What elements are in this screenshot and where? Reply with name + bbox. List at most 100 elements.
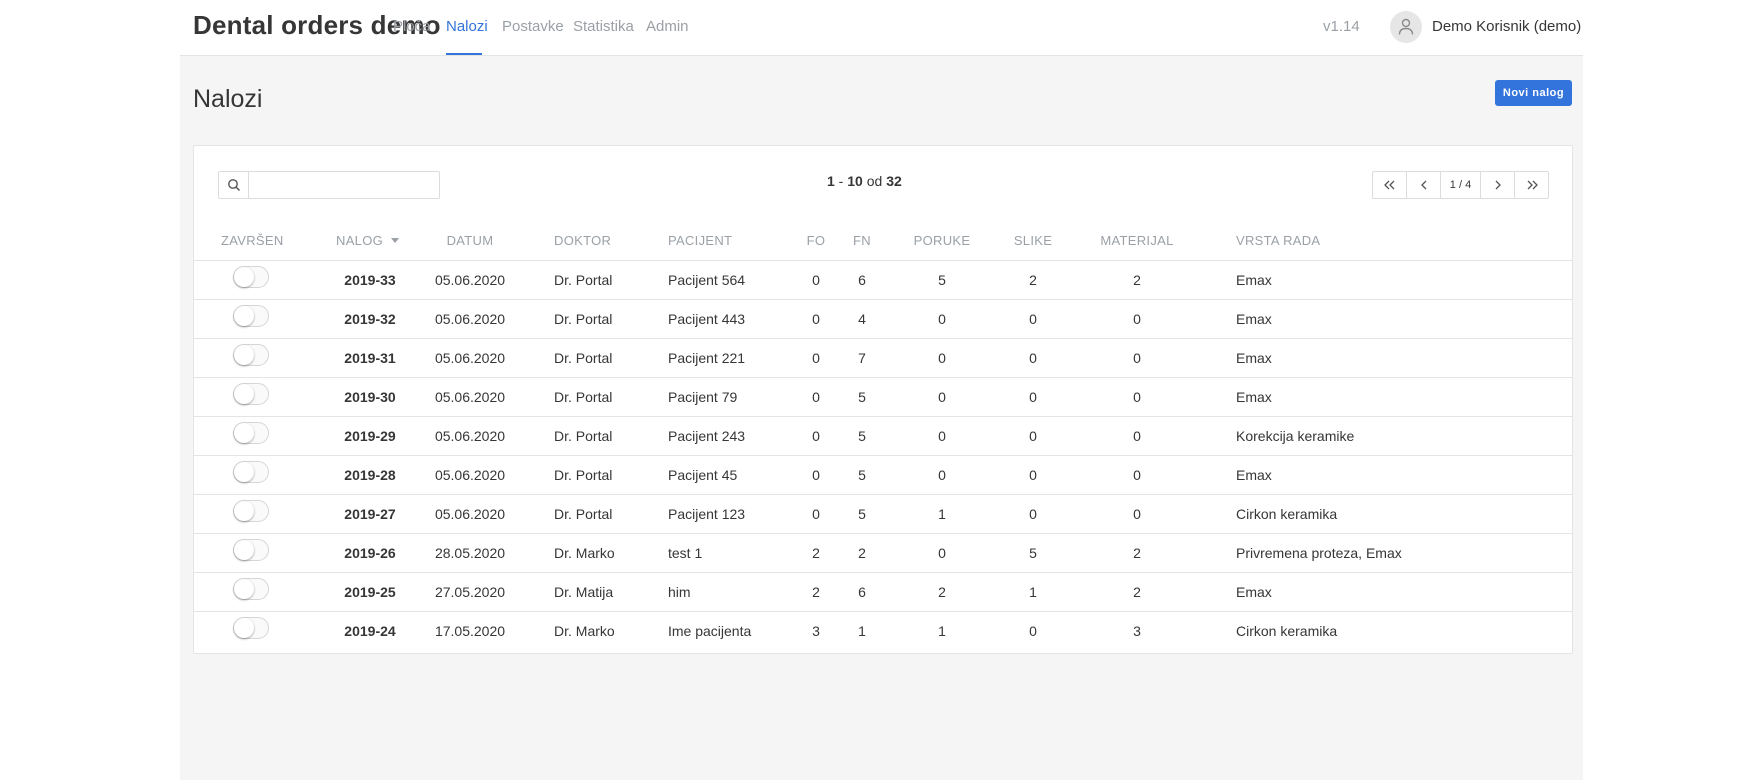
user-name[interactable]: Demo Korisnik (demo) [1432,18,1581,35]
cell-fn: 1 [858,623,866,639]
done-toggle[interactable] [233,578,269,600]
cell-fo: 0 [812,389,820,405]
nav-item-ploca[interactable]: Ploča [393,18,431,35]
table-row[interactable]: 2019-29 05.06.2020 Dr. Portal Pacijent 243 0… [194,416,1572,456]
cell-materijal: 0 [1133,506,1141,522]
cell-doktor: Dr. Portal [554,506,613,522]
done-toggle[interactable] [233,422,269,444]
chevrons-left-icon [1383,180,1394,190]
done-toggle[interactable] [233,500,269,522]
cell-fo: 0 [812,428,820,444]
cell-datum: 17.05.2020 [434,623,506,639]
last-page-button[interactable] [1515,172,1548,198]
cell-doktor: Dr. Portal [554,272,613,288]
cell-materijal: 3 [1133,623,1141,639]
cell-nalog[interactable]: 2019-30 [344,389,395,405]
chevron-right-icon [1495,180,1501,190]
cell-poruke: 0 [938,545,946,561]
cell-materijal: 2 [1133,545,1141,561]
toggle-knob [234,462,254,482]
table-row[interactable]: 2019-27 05.06.2020 Dr. Portal Pacijent 123 0… [194,494,1572,534]
range-od: od [866,173,883,189]
orders-card: 1 - 10 od 32 1 / 4 ZAVRŠEN NALOG DATUM D… [193,145,1573,654]
col-header-fn[interactable]: FN [853,233,871,248]
done-toggle[interactable] [233,539,269,561]
toggle-knob [234,267,254,287]
cell-nalog[interactable]: 2019-26 [344,545,395,561]
nav-item-statistika[interactable]: Statistika [573,18,634,35]
col-header-vrsta-rada[interactable]: VRSTA RADA [1236,233,1320,248]
nav-item-admin[interactable]: Admin [646,18,689,35]
cell-nalog[interactable]: 2019-27 [344,506,395,522]
cell-datum: 05.06.2020 [434,428,506,444]
cell-pacijent: Pacijent 123 [668,506,746,522]
range-from: 1 [827,173,835,189]
cell-vrsta: Emax [1236,311,1272,327]
done-toggle[interactable] [233,305,269,327]
done-toggle[interactable] [233,383,269,405]
done-toggle[interactable] [233,266,269,288]
cell-poruke: 0 [938,428,946,444]
cell-vrsta: Cirkon keramika [1236,506,1338,522]
col-header-slike[interactable]: SLIKE [1014,233,1052,248]
cell-fn: 5 [858,389,866,405]
cell-slike: 0 [1029,428,1037,444]
next-page-button[interactable] [1481,172,1515,198]
nav-item-nalozi[interactable]: Nalozi [446,18,488,35]
new-order-button[interactable]: Novi nalog [1495,80,1572,106]
cell-nalog[interactable]: 2019-33 [344,272,395,288]
search-icon-box [219,172,249,198]
avatar[interactable] [1390,11,1422,43]
table-row[interactable]: 2019-30 05.06.2020 Dr. Portal Pacijent 79 0 5… [194,377,1572,417]
search-box[interactable] [218,171,443,199]
table-row[interactable]: 2019-31 05.06.2020 Dr. Portal Pacijent 221 0… [194,338,1572,378]
search-input[interactable] [250,172,443,196]
table-row[interactable]: 2019-33 05.06.2020 Dr. Portal Pacijent 564 0… [194,260,1572,300]
col-header-doktor[interactable]: DOKTOR [554,233,611,248]
cell-doktor: Dr. Portal [554,389,613,405]
cell-fo: 0 [812,506,820,522]
table-row[interactable]: 2019-32 05.06.2020 Dr. Portal Pacijent 443 0… [194,299,1572,339]
col-header-materijal[interactable]: MATERIJAL [1100,233,1173,248]
toggle-knob [234,618,254,638]
col-header-nalog[interactable]: NALOG [336,233,400,248]
cell-vrsta: Korekcija keramike [1236,428,1355,444]
done-toggle[interactable] [233,344,269,366]
cell-fn: 5 [858,467,866,483]
cell-poruke: 0 [938,467,946,483]
nav-item-postavke[interactable]: Postavke [502,18,564,35]
cell-doktor: Dr. Portal [554,467,613,483]
table-row[interactable]: 2019-25 27.05.2020 Dr. Matija him 2 6 2 1 2 Emax [194,572,1572,612]
cell-poruke: 5 [938,272,946,288]
cell-nalog[interactable]: 2019-28 [344,467,395,483]
col-header-fo[interactable]: FO [807,233,826,248]
table-row[interactable]: 2019-26 28.05.2020 Dr. Marko test 1 2 2 0 5 2 Pri… [194,533,1572,573]
cell-slike: 0 [1029,350,1037,366]
table-row[interactable]: 2019-28 05.06.2020 Dr. Portal Pacijent 45 0 5… [194,455,1572,495]
cell-pacijent: Pacijent 443 [668,311,746,327]
range-total: 32 [886,173,902,189]
col-header-datum[interactable]: DATUM [447,233,494,248]
cell-datum: 05.06.2020 [434,311,506,327]
cell-nalog[interactable]: 2019-24 [344,623,395,639]
col-header-zavrsen[interactable]: ZAVRŠEN [221,233,284,248]
cell-nalog[interactable]: 2019-32 [344,311,395,327]
app-shell: Dental orders demo Ploča Nalozi Postavke… [180,0,1583,780]
cell-doktor: Dr. Matija [554,584,614,600]
prev-page-button[interactable] [1407,172,1441,198]
cell-vrsta: Privremena proteza, Emax [1236,545,1402,561]
page-title: Nalozi [193,85,263,113]
table-row[interactable]: 2019-24 17.05.2020 Dr. Marko Ime pacijenta 3… [194,611,1572,651]
cell-nalog[interactable]: 2019-29 [344,428,395,444]
cell-pacijent: Pacijent 221 [668,350,746,366]
toggle-knob [234,345,254,365]
cell-fo: 0 [812,467,820,483]
cell-nalog[interactable]: 2019-31 [344,350,395,366]
cell-nalog[interactable]: 2019-25 [344,584,395,600]
done-toggle[interactable] [233,461,269,483]
cell-slike: 0 [1029,506,1037,522]
col-header-poruke[interactable]: PORUKE [914,233,971,248]
col-header-pacijent[interactable]: PACIJENT [668,233,732,248]
first-page-button[interactable] [1373,172,1407,198]
done-toggle[interactable] [233,617,269,639]
